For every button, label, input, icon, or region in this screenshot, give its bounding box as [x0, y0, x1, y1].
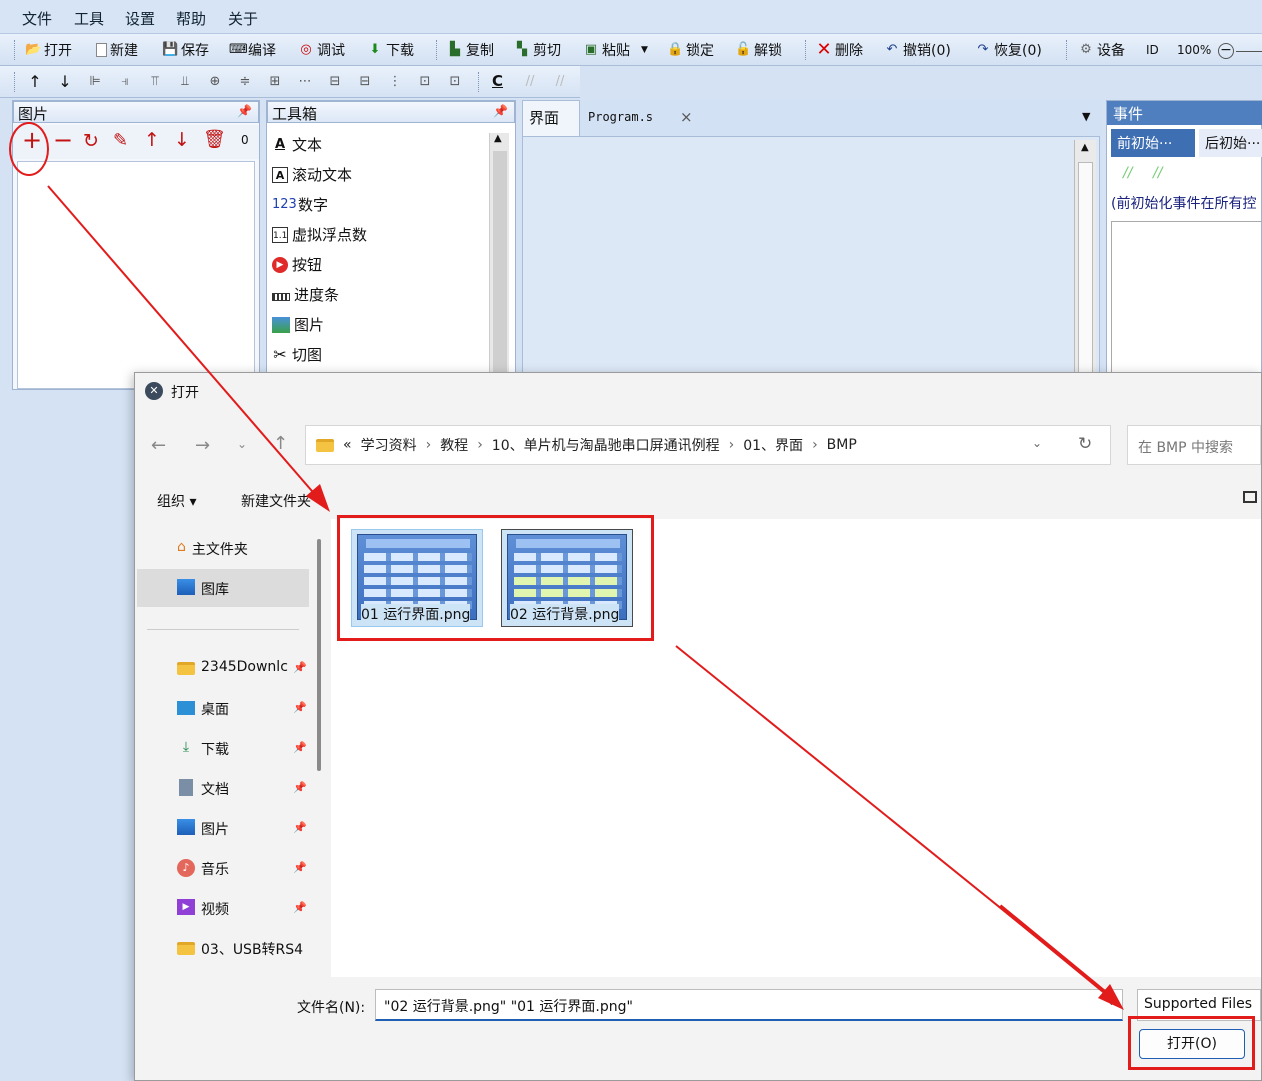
annotation-arrow — [998, 904, 1114, 1000]
annotation-arrow — [47, 185, 319, 499]
annotation-arrows — [47, 185, 1124, 1010]
